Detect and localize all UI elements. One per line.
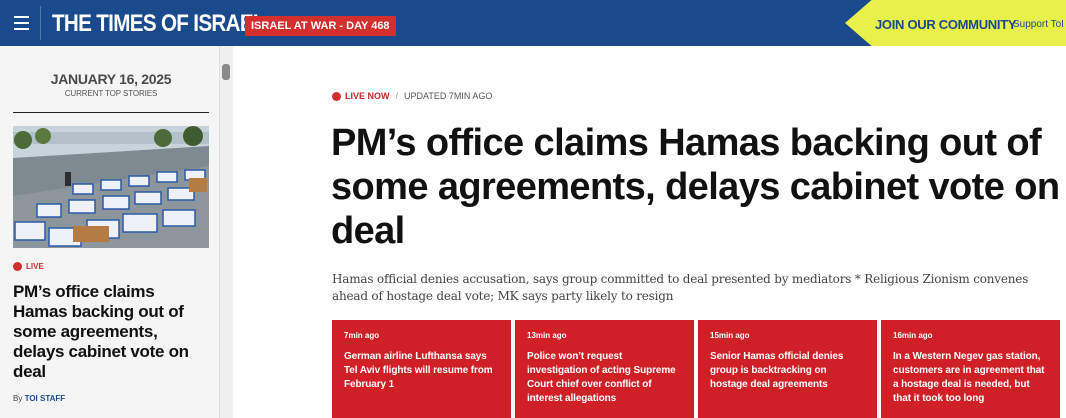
live-update-card[interactable]: 13min ago Police won’t request investiga… xyxy=(515,320,694,418)
byline-prefix: By xyxy=(13,394,23,403)
main-headline[interactable]: PM’s office claims Hamas backing out of … xyxy=(331,121,1061,253)
live-update-card[interactable]: 7min ago German airline Lufthansa says T… xyxy=(332,320,511,418)
card-headline[interactable]: Police won’t request investigation of ac… xyxy=(527,350,682,406)
join-community-link[interactable]: JOIN OUR COMMUNITY xyxy=(875,17,1017,32)
sidebar-scrollbar-thumb[interactable] xyxy=(222,64,230,80)
byline-author-link[interactable]: TOI STAFF xyxy=(25,394,66,403)
site-logo[interactable]: THE TIMES OF ISRAEL xyxy=(52,10,266,38)
support-toi-link[interactable]: Support ToI xyxy=(1013,19,1064,30)
story-photo[interactable] xyxy=(13,126,209,248)
card-headline[interactable]: Senior Hamas official denies group is ba… xyxy=(710,350,865,392)
live-update-card[interactable]: 15min ago Senior Hamas official denies g… xyxy=(698,320,877,418)
menu-divider xyxy=(40,6,41,40)
updated-timestamp: UPDATED 7MIN AGO xyxy=(404,91,493,101)
sidebar-date: JANUARY 16, 2025 xyxy=(50,71,172,87)
sidebar-live-label: LIVE xyxy=(26,262,44,271)
card-time: 13min ago xyxy=(527,331,567,340)
live-dot-icon xyxy=(13,262,22,271)
live-updates-cards: 7min ago German airline Lufthansa says T… xyxy=(332,320,1066,418)
sidebar-byline: By TOI STAFF xyxy=(13,394,65,403)
war-day-badge[interactable]: ISRAEL AT WAR - DAY 468 xyxy=(245,16,396,36)
live-status-line: LIVE NOW / UPDATED 7MIN AGO xyxy=(332,91,492,101)
status-separator: / xyxy=(395,91,399,101)
story-photo-graphic xyxy=(13,126,209,248)
sidebar-story-headline[interactable]: PM’s office claims Hamas backing out of … xyxy=(13,282,213,382)
site-header: THE TIMES OF ISRAEL ISRAEL AT WAR - DAY … xyxy=(0,0,1066,46)
top-stories-sidebar: JANUARY 16, 2025 CURRENT TOP STORIES LIV… xyxy=(0,46,219,418)
card-time: 16min ago xyxy=(893,331,933,340)
main-subheadline: Hamas official denies accusation, says g… xyxy=(332,272,1029,303)
card-time: 7min ago xyxy=(344,331,380,340)
hamburger-menu-icon[interactable] xyxy=(3,5,39,41)
live-update-card[interactable]: 16min ago In a Western Negev gas station… xyxy=(881,320,1060,418)
card-headline[interactable]: German airline Lufthansa says Tel Aviv f… xyxy=(344,350,499,392)
live-now-label[interactable]: LIVE NOW xyxy=(345,91,390,101)
sidebar-divider xyxy=(13,112,209,113)
card-headline[interactable]: In a Western Negev gas station, customer… xyxy=(893,350,1048,406)
live-dot-icon xyxy=(332,91,341,101)
sidebar-scrollbar[interactable] xyxy=(219,46,233,418)
sidebar-live-indicator: LIVE xyxy=(13,262,44,271)
sidebar-date-subtitle: CURRENT TOP STORIES xyxy=(64,89,158,98)
card-time: 15min ago xyxy=(710,331,750,340)
